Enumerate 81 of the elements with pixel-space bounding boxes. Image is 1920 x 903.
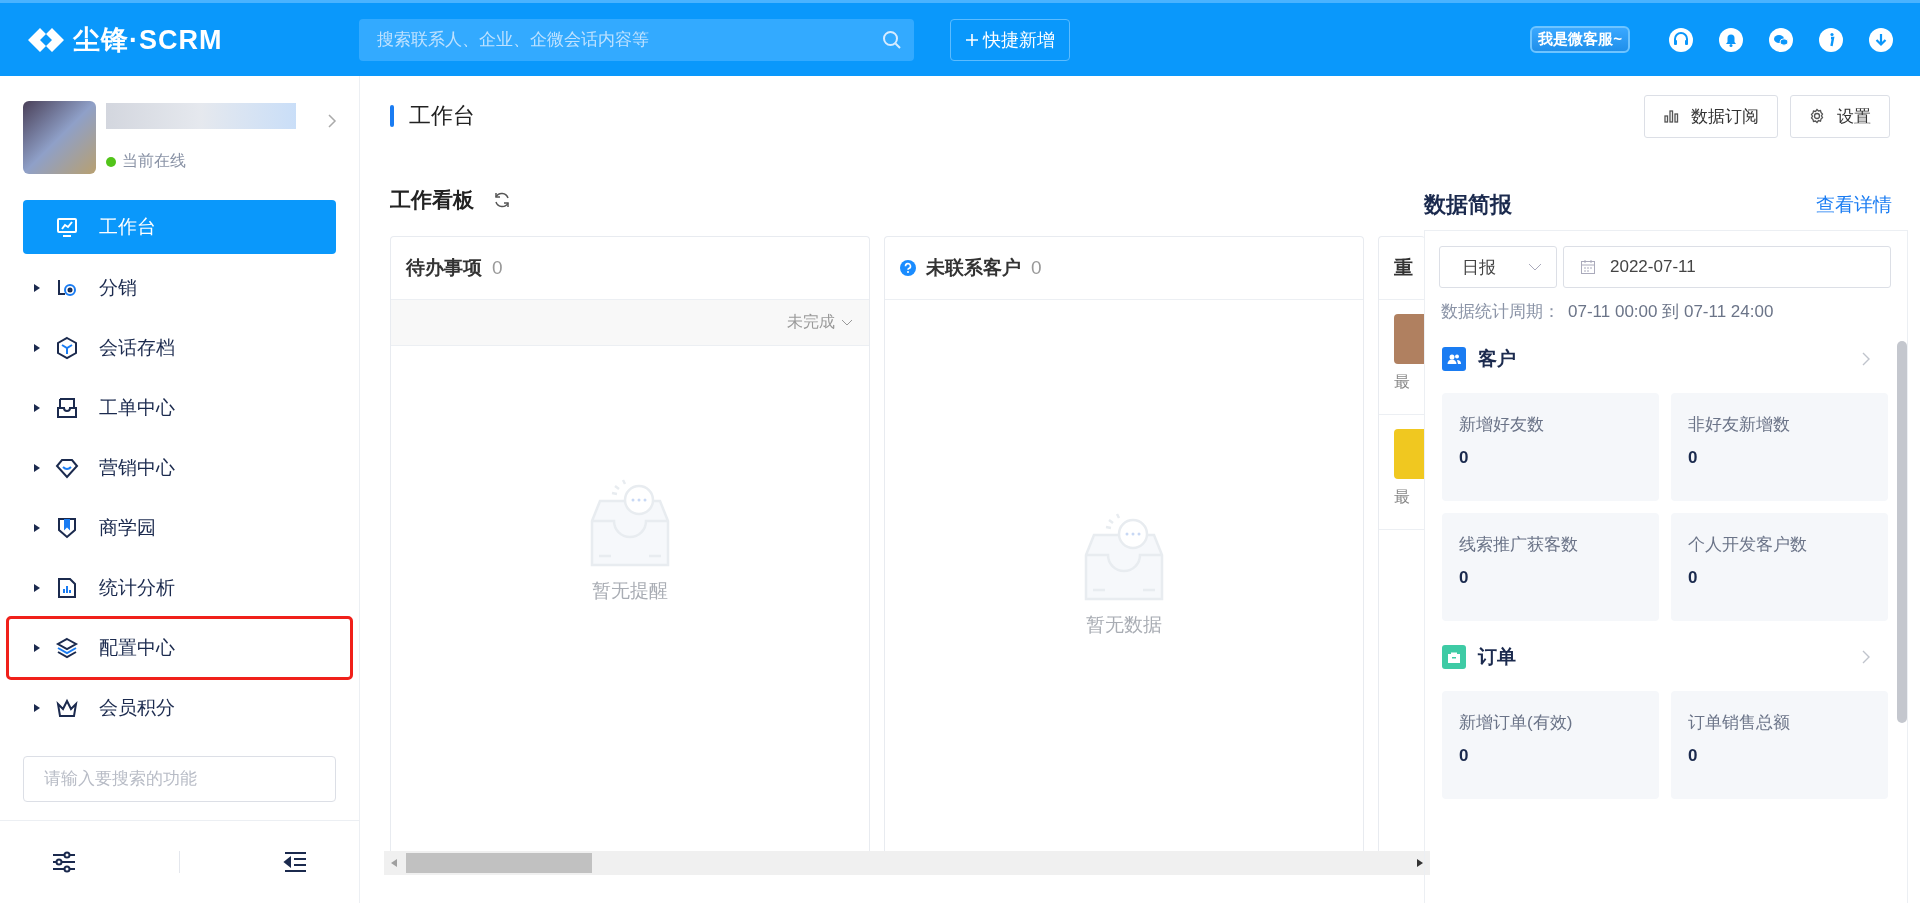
monitor-icon <box>55 215 79 239</box>
bell-icon[interactable] <box>1718 26 1744 53</box>
date-field[interactable]: 2022-07-11 <box>1563 246 1891 288</box>
help-icon[interactable] <box>900 260 916 276</box>
layers-icon <box>55 636 79 660</box>
column-title: 重 <box>1394 256 1413 280</box>
subscribe-button[interactable]: 数据订阅 <box>1644 94 1778 138</box>
stat-label: 新增订单(有效) <box>1459 712 1574 734</box>
function-search-field[interactable]: 请输入要搜索的功能 <box>23 756 336 802</box>
row-text: 最 <box>1394 487 1411 507</box>
plus-icon <box>965 32 979 47</box>
bar-chart-icon <box>1663 108 1679 124</box>
collapse-menu-icon[interactable] <box>282 850 308 874</box>
stat-label: 个人开发客户数 <box>1688 534 1808 556</box>
stat-value: 0 <box>1688 448 1699 468</box>
status-text: 当前在线 <box>122 151 186 171</box>
download-icon[interactable] <box>1868 26 1894 53</box>
stat-card[interactable]: 个人开发客户数 0 <box>1671 513 1888 621</box>
chevron-right-icon[interactable] <box>327 113 337 129</box>
view-details-link[interactable]: 查看详情 <box>1816 192 1892 218</box>
settings-button[interactable]: 设置 <box>1790 94 1890 138</box>
stat-value: 0 <box>1459 746 1470 766</box>
cube-icon <box>55 336 79 360</box>
menu-item[interactable]: 营销中心 <box>23 438 336 498</box>
report-title: 数据简报 <box>1424 191 1512 219</box>
stat-period-text: 数据统计周期： 07-11 00:00 到 07-11 24:00 <box>1441 301 1775 323</box>
stat-card[interactable]: 新增订单(有效) 0 <box>1442 691 1659 799</box>
chat-icon[interactable] <box>1768 26 1794 53</box>
stat-card[interactable]: 线索推广获客数 0 <box>1442 513 1659 621</box>
headset-icon[interactable] <box>1668 26 1694 53</box>
menu-item[interactable]: 统计分析 <box>23 558 336 618</box>
diamond-icon <box>55 456 79 480</box>
logo-text: 尘锋·SCRM <box>73 23 223 57</box>
stat-card[interactable]: 新增好友数 0 <box>1442 393 1659 501</box>
period-dropdown[interactable]: 日报 <box>1439 246 1557 288</box>
stat-label: 订单销售总额 <box>1688 712 1791 734</box>
menu-item[interactable]: 分销 <box>23 258 336 318</box>
menu-item[interactable]: 会话存档 <box>23 318 336 378</box>
scroll-left-icon[interactable] <box>390 858 398 868</box>
page-title: 工作台 <box>409 102 475 130</box>
stat-value: 0 <box>1459 568 1470 588</box>
row-text: 最 <box>1394 372 1411 392</box>
info-icon[interactable] <box>1818 26 1844 53</box>
bar-chart-icon <box>55 576 79 600</box>
empty-text: 暂无提醒 <box>592 579 668 603</box>
column-title: 待办事项 <box>406 256 482 280</box>
chevron-right-icon[interactable] <box>1861 351 1871 367</box>
stat-label: 新增好友数 <box>1459 414 1545 436</box>
gear-icon <box>1809 108 1825 124</box>
stat-value: 0 <box>1459 448 1470 468</box>
stat-card[interactable]: 非好友新增数 0 <box>1671 393 1888 501</box>
board-title: 工作看板 <box>390 187 474 213</box>
stat-label: 非好友新增数 <box>1688 414 1791 436</box>
scroll-right-icon[interactable] <box>1416 858 1424 868</box>
menu-item[interactable]: 商学园 <box>23 498 336 558</box>
refresh-icon[interactable] <box>492 190 512 210</box>
search-field[interactable]: 搜索联系人、企业、企微会话内容等 <box>359 18 914 61</box>
section-title: 客户 <box>1478 347 1516 371</box>
menu-item[interactable]: 工单中心 <box>23 378 336 438</box>
section-title: 订单 <box>1478 645 1516 669</box>
bookmark-icon <box>55 516 79 540</box>
column-title: 未联系客户 <box>926 256 1021 280</box>
inbox-icon <box>55 396 79 420</box>
sliders-icon[interactable] <box>51 850 77 874</box>
search-icon <box>882 29 902 50</box>
horizontal-scrollbar[interactable] <box>384 851 1430 875</box>
stat-card[interactable]: 订单销售总额 0 <box>1671 691 1888 799</box>
chevron-right-icon[interactable] <box>1861 649 1871 665</box>
column-count: 0 <box>1031 257 1042 279</box>
menu-item[interactable]: 配置中心 <box>8 618 351 678</box>
stat-value: 0 <box>1688 746 1699 766</box>
stat-label: 线索推广获客数 <box>1459 534 1579 556</box>
empty-text: 暂无数据 <box>1086 613 1162 637</box>
menu-item[interactable]: 会员积分 <box>23 678 336 738</box>
photo-placeholder <box>1394 314 1424 364</box>
chevron-down-icon <box>841 318 853 327</box>
calendar-icon <box>1580 259 1596 275</box>
photo-placeholder <box>1394 429 1424 479</box>
chevron-down-icon <box>1528 263 1542 271</box>
stat-value: 0 <box>1688 568 1699 588</box>
column-count: 0 <box>492 257 503 279</box>
